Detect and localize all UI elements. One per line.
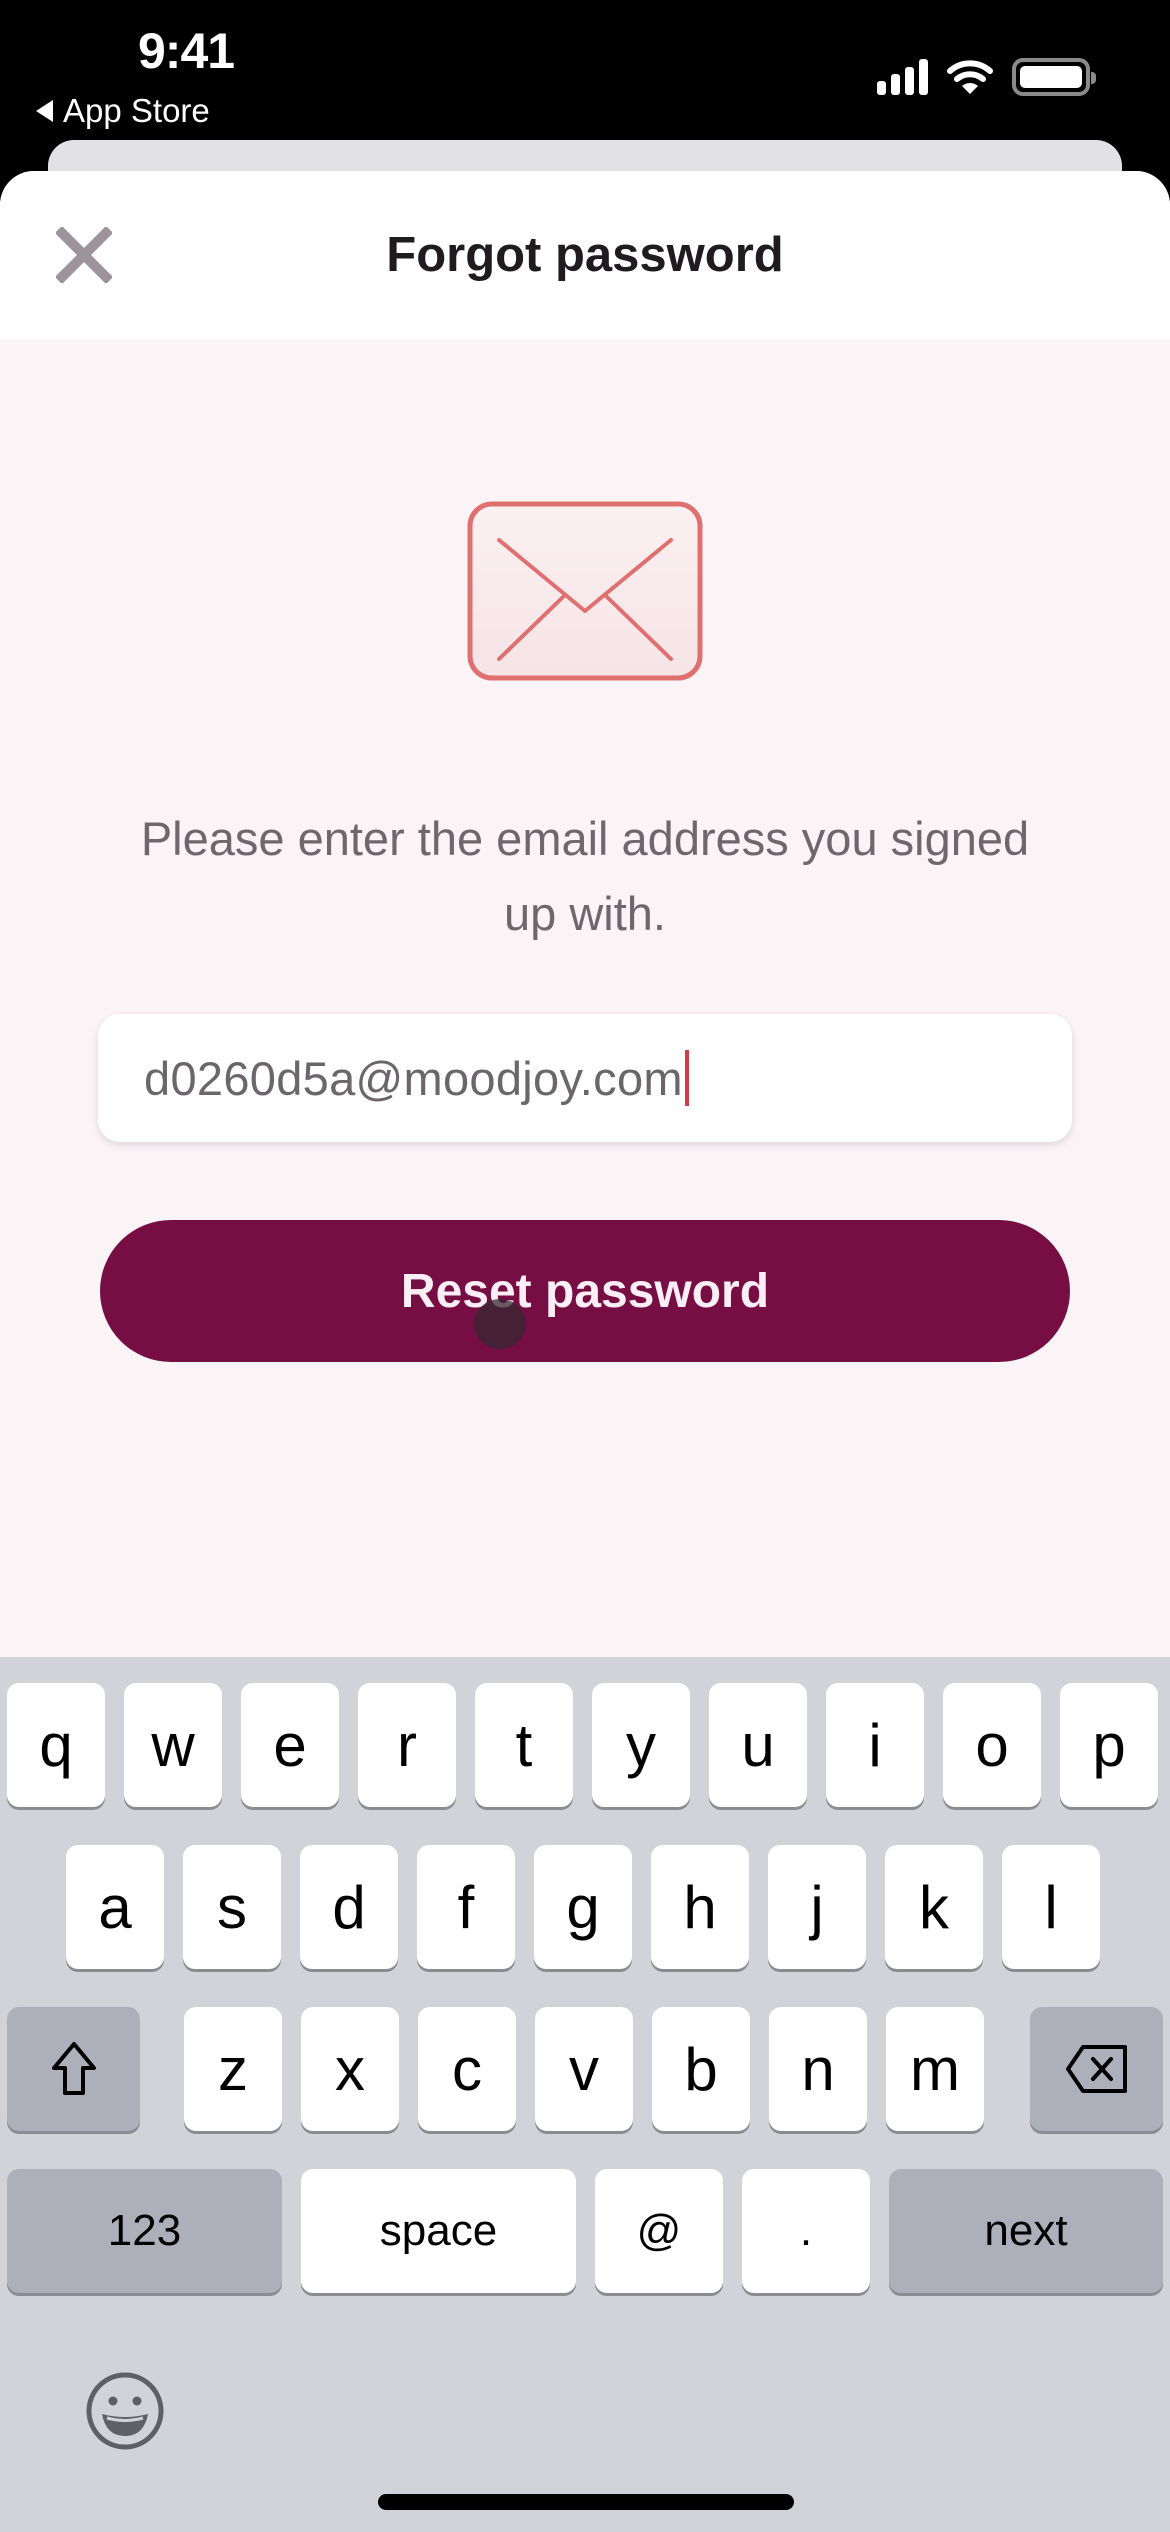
dot-key-label: .	[799, 2206, 813, 2255]
key-j[interactable]: j	[768, 1845, 866, 1969]
key-b-label: b	[684, 2035, 718, 2103]
battery-icon	[1012, 58, 1096, 96]
next-key[interactable]: next	[889, 2169, 1163, 2293]
key-s-label: s	[217, 1873, 247, 1941]
key-f-label: f	[457, 1873, 475, 1941]
key-q-label: q	[39, 1711, 73, 1779]
key-w-label: w	[151, 1711, 195, 1779]
emoji-button[interactable]	[84, 2370, 166, 2452]
dot-key[interactable]: .	[742, 2169, 870, 2293]
key-z-label: z	[218, 2035, 248, 2103]
status-bar: 9:41 App Store	[0, 0, 1170, 140]
key-u-label: u	[741, 1711, 775, 1779]
delete-icon	[1065, 2045, 1127, 2093]
key-p[interactable]: p	[1060, 1683, 1158, 1807]
home-indicator	[378, 2494, 794, 2510]
email-field[interactable]: d0260d5a@moodjoy.com	[98, 1014, 1072, 1142]
text-caret	[684, 1050, 689, 1106]
numbers-key-label: 123	[107, 2206, 182, 2255]
numbers-key[interactable]: 123	[7, 2169, 282, 2293]
key-c[interactable]: c	[418, 2007, 516, 2131]
key-r-label: r	[397, 1711, 417, 1779]
key-k-label: k	[919, 1873, 949, 1941]
instructions-text: Please enter the email address you signe…	[140, 812, 1030, 940]
key-l[interactable]: l	[1002, 1845, 1100, 1969]
key-o-label: o	[975, 1711, 1009, 1779]
key-i[interactable]: i	[826, 1683, 924, 1807]
page-title: Forgot password	[386, 228, 784, 282]
key-r[interactable]: r	[358, 1683, 456, 1807]
key-f[interactable]: f	[417, 1845, 515, 1969]
key-o[interactable]: o	[943, 1683, 1041, 1807]
status-time: 9:41	[138, 23, 235, 79]
key-d-label: d	[332, 1873, 366, 1941]
key-m-label: m	[910, 2035, 960, 2103]
wifi-icon	[947, 60, 993, 94]
back-arrow-icon	[36, 100, 53, 122]
key-x[interactable]: x	[301, 2007, 399, 2131]
shift-icon	[51, 2042, 96, 2095]
at-key-label: @	[636, 2206, 682, 2255]
space-key[interactable]: space	[301, 2169, 576, 2293]
touch-indicator	[474, 1299, 526, 1349]
key-s[interactable]: s	[183, 1845, 281, 1969]
key-g-label: g	[566, 1873, 600, 1941]
reset-password-button[interactable]: Reset password	[100, 1220, 1070, 1362]
key-b[interactable]: b	[652, 2007, 750, 2131]
key-m[interactable]: m	[886, 2007, 984, 2131]
key-k[interactable]: k	[885, 1845, 983, 1969]
key-c-label: c	[452, 2035, 482, 2103]
back-to-app-store[interactable]: App Store	[36, 92, 210, 130]
key-t[interactable]: t	[475, 1683, 573, 1807]
key-w[interactable]: w	[124, 1683, 222, 1807]
shift-key[interactable]	[7, 2007, 140, 2131]
back-app-label: App Store	[63, 92, 210, 129]
key-a[interactable]: a	[66, 1845, 164, 1969]
email-value: d0260d5a@moodjoy.com	[144, 1051, 683, 1105]
key-a-label: a	[98, 1873, 132, 1941]
key-v[interactable]: v	[535, 2007, 633, 2131]
key-q[interactable]: q	[7, 1683, 105, 1807]
key-v-label: v	[569, 2035, 599, 2103]
delete-key[interactable]	[1030, 2007, 1163, 2131]
key-g[interactable]: g	[534, 1845, 632, 1969]
key-h-label: h	[683, 1873, 717, 1941]
key-x-label: x	[335, 2035, 365, 2103]
key-l-label: l	[1044, 1873, 1058, 1941]
keyboard: q w e r t y u i o p a s d f g h j k l z x c v b n m 123 space @. next	[0, 1657, 1170, 2532]
sheet-header: Forgot password	[0, 171, 1170, 339]
key-p-label: p	[1092, 1711, 1126, 1779]
key-i-label: i	[868, 1711, 882, 1779]
signal-icon	[877, 59, 928, 95]
key-z[interactable]: z	[184, 2007, 282, 2131]
key-d[interactable]: d	[300, 1845, 398, 1969]
key-n-label: n	[801, 2035, 835, 2103]
space-key-label: space	[379, 2206, 498, 2255]
next-key-label: next	[984, 2206, 1068, 2255]
key-y-label: y	[626, 1711, 656, 1779]
key-j-label: j	[810, 1873, 824, 1941]
key-t-label: t	[515, 1711, 533, 1779]
key-u[interactable]: u	[709, 1683, 807, 1807]
key-y[interactable]: y	[592, 1683, 690, 1807]
status-icons	[877, 58, 1096, 96]
key-e-label: e	[273, 1711, 307, 1779]
envelope-icon	[467, 501, 703, 681]
key-e[interactable]: e	[241, 1683, 339, 1807]
key-h[interactable]: h	[651, 1845, 749, 1969]
emoji-icon	[86, 2372, 164, 2450]
at-key[interactable]: @	[595, 2169, 723, 2293]
key-n[interactable]: n	[769, 2007, 867, 2131]
